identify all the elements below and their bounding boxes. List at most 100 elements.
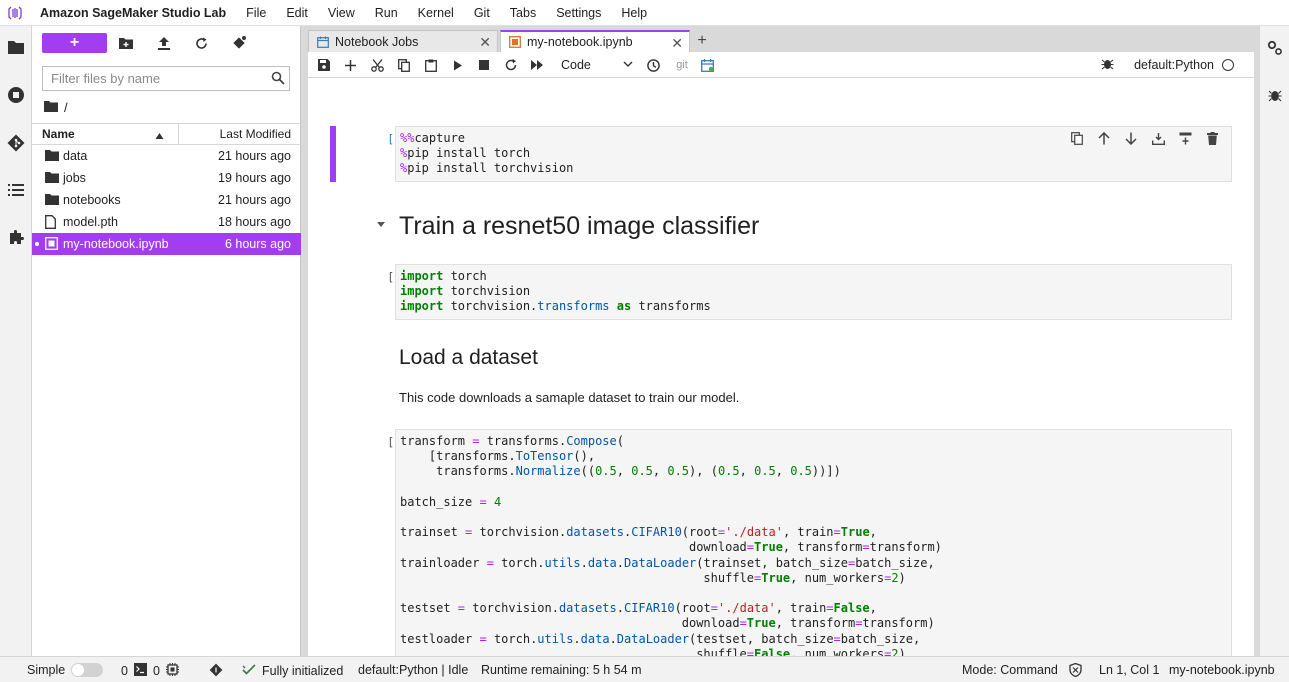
code-editor[interactable]: import torch import torchvision import t…	[395, 264, 1232, 320]
home-folder-icon[interactable]	[44, 100, 58, 115]
file-modified: 21 hours ago	[218, 193, 291, 207]
menu-git[interactable]: Git	[474, 6, 490, 20]
calendar-icon	[317, 36, 329, 48]
kernel-status[interactable]: default:Python | Idle	[358, 663, 468, 677]
file-row-my-notebook[interactable]: my-notebook.ipynb 6 hours ago	[32, 233, 301, 255]
menu-settings[interactable]: Settings	[556, 6, 601, 20]
initialization-status[interactable]: Fully initialized	[242, 663, 343, 679]
code-cell-1[interactable]: [2]: %%capture %pip install torch %pip i…	[330, 126, 1232, 182]
clock-icon[interactable]	[645, 57, 661, 73]
menu-view[interactable]: View	[328, 6, 355, 20]
file-browser-panel: + Filter files by name / Name Last Modif…	[32, 26, 301, 656]
new-launcher-button[interactable]: +	[42, 33, 107, 53]
upload-icon[interactable]	[155, 34, 173, 52]
filter-files-input[interactable]: Filter files by name	[42, 66, 290, 91]
property-inspector-gears-icon[interactable]	[1260, 33, 1289, 63]
insert-cell-icon[interactable]	[342, 57, 358, 73]
delete-cell-trash-icon[interactable]	[1204, 130, 1220, 146]
code-cell-2[interactable]: [2]: import torch import torchvision imp…	[330, 264, 1232, 320]
dataset-description-text: This code downloads a samaple dataset to…	[399, 390, 740, 405]
tab-notebook-jobs[interactable]: Notebook Jobs ✕	[308, 30, 498, 52]
interrupt-kernel-icon[interactable]	[476, 57, 492, 73]
column-modified-header[interactable]: Last Modified	[220, 127, 291, 141]
git-icon[interactable]	[0, 127, 32, 159]
table-of-contents-icon[interactable]	[0, 174, 32, 206]
extensions-puzzle-icon[interactable]	[0, 221, 32, 253]
left-activity-bar	[0, 26, 32, 656]
notebook-tab-icon	[509, 36, 521, 48]
save-icon[interactable]	[316, 57, 332, 73]
debugger-bug-icon[interactable]	[1101, 57, 1114, 73]
cell-type-select[interactable]: Code	[561, 56, 633, 74]
open-indicator-dot	[35, 242, 39, 246]
insert-below-icon[interactable]	[1177, 130, 1193, 146]
code-editor[interactable]: transform = transforms.Compose( [transfo…	[395, 429, 1232, 656]
simple-mode-label: Simple	[27, 663, 66, 677]
new-folder-icon[interactable]	[117, 34, 135, 52]
file-modified: 18 hours ago	[218, 215, 291, 229]
file-modified: 21 hours ago	[218, 149, 291, 163]
file-name: notebooks	[63, 193, 121, 207]
schedule-job-icon[interactable]	[699, 57, 715, 73]
tab-label: my-notebook.ipynb	[527, 35, 633, 49]
insert-above-icon[interactable]	[1150, 130, 1166, 146]
duplicate-cell-icon[interactable]	[1069, 130, 1085, 146]
file-row-data[interactable]: data 21 hours ago	[32, 145, 301, 167]
kernel-status-idle-icon	[1222, 59, 1234, 71]
file-browser-folder-icon[interactable]	[0, 31, 32, 63]
move-down-arrow-icon[interactable]	[1123, 130, 1139, 146]
menu-kernel[interactable]: Kernel	[418, 6, 454, 20]
search-icon	[271, 71, 285, 88]
notebook-mode[interactable]: Mode: Command	[962, 663, 1058, 677]
menu-edit[interactable]: Edit	[286, 6, 308, 20]
add-tab-button[interactable]: +	[692, 30, 712, 52]
running-sessions-stop-icon[interactable]	[0, 79, 32, 111]
extension-check-icon	[242, 663, 256, 679]
run-cell-icon[interactable]	[450, 57, 466, 73]
file-row-jobs[interactable]: jobs 19 hours ago	[32, 167, 301, 189]
close-tab-icon[interactable]: ✕	[479, 34, 491, 51]
file-list: data 21 hours ago jobs 19 hours ago note…	[32, 145, 301, 255]
collapse-heading-icon[interactable]	[376, 220, 386, 232]
cursor-position[interactable]: Ln 1, Col 1	[1099, 663, 1159, 677]
file-name: my-notebook.ipynb	[63, 237, 169, 251]
trusted-shield-icon[interactable]	[1069, 663, 1082, 677]
toggle-switch[interactable]	[71, 663, 104, 677]
git-diff-button[interactable]: git	[671, 57, 693, 73]
kernel-name[interactable]: default:Python	[1134, 58, 1214, 72]
folder-icon	[45, 149, 59, 163]
file-row-model-pth[interactable]: model.pth 18 hours ago	[32, 211, 301, 233]
column-divider[interactable]	[178, 124, 179, 144]
restart-run-all-icon[interactable]	[529, 57, 545, 73]
move-up-arrow-icon[interactable]	[1096, 130, 1112, 146]
git-clone-icon[interactable]	[230, 34, 248, 52]
restart-kernel-icon[interactable]	[503, 57, 519, 73]
simple-mode-toggle[interactable]: Simple	[27, 663, 104, 677]
heading-train-resnet50: Train a resnet50 image classifier	[399, 212, 760, 240]
file-name: data	[63, 149, 88, 163]
tab-my-notebook[interactable]: my-notebook.ipynb ✕	[500, 30, 690, 52]
menu-run[interactable]: Run	[375, 6, 398, 20]
menu-tabs[interactable]: Tabs	[510, 6, 536, 20]
terminals-count[interactable]: 0 0	[121, 663, 179, 679]
menu-file[interactable]: File	[246, 6, 266, 20]
copy-icon[interactable]	[396, 57, 412, 73]
menu-help[interactable]: Help	[621, 6, 647, 20]
status-bar: Simple 0 0 Fully initialized default:Pyt…	[0, 656, 1289, 682]
app-title: Amazon SageMaker Studio Lab	[40, 5, 227, 20]
refresh-icon[interactable]	[192, 34, 210, 52]
file-row-notebooks[interactable]: notebooks 21 hours ago	[32, 189, 301, 211]
code-cell-3[interactable]: [3]: transform = transforms.Compose( [tr…	[330, 429, 1232, 656]
paste-icon[interactable]	[423, 57, 439, 73]
runtime-remaining: Runtime remaining: 5 h 54 m	[481, 663, 642, 677]
file-modified: 6 hours ago	[224, 237, 291, 251]
close-tab-icon[interactable]: ✕	[671, 35, 683, 52]
column-name-header[interactable]: Name	[42, 127, 75, 141]
cut-icon[interactable]	[369, 57, 385, 73]
debugger-bug-icon[interactable]	[1260, 80, 1289, 110]
file-list-header: Name Last Modified	[32, 123, 301, 145]
sort-ascending-icon[interactable]	[155, 129, 164, 143]
git-status-icon[interactable]	[209, 663, 223, 677]
breadcrumb-root[interactable]: /	[64, 100, 68, 115]
kernel-indicator[interactable]: default:Python	[1101, 57, 1234, 73]
